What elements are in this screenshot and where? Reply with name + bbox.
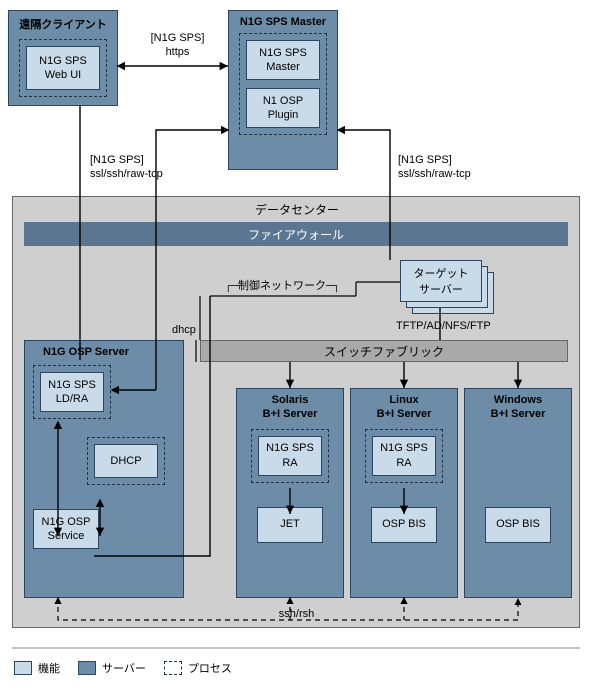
osp-plugin-func: N1 OSP Plugin <box>246 88 320 128</box>
legend-func: 機能 <box>14 660 60 676</box>
switch-fabric: スイッチファブリック <box>200 340 568 362</box>
remote-client-title: 遠隔クライアント <box>9 11 117 35</box>
legend-process: プロセス <box>164 660 232 676</box>
tftp-label: TFTP/AD/NFS/FTP <box>396 320 516 334</box>
remote-client-server: 遠隔クライアント N1G SPS Web UI <box>8 10 118 106</box>
linux-server: Linux B+I Server N1G SPS RA OSP BIS <box>350 388 458 598</box>
https-label: [N1G SPS] https <box>135 32 220 60</box>
sshrsh-label: ssh/rsh <box>0 608 593 622</box>
linux-bis-func: OSP BIS <box>371 507 437 543</box>
sps-master-title: N1G SPS Master <box>229 11 337 31</box>
legend-process-swatch <box>164 661 182 675</box>
sps-master-server: N1G SPS Master N1G SPS Master N1 OSP Plu… <box>228 10 338 170</box>
sps-master-func: N1G SPS Master <box>246 40 320 80</box>
firewall: ファイアウォール <box>24 222 568 246</box>
solaris-title: Solaris B+I Server <box>237 389 343 425</box>
windows-server: Windows B+I Server OSP BIS <box>464 388 572 598</box>
osp-service-func: N1G OSP Service <box>33 509 99 549</box>
linux-ra-func: N1G SPS RA <box>372 436 436 476</box>
jet-func: JET <box>257 507 323 543</box>
legend: 機能 サーバー プロセス <box>14 660 232 676</box>
dhcp-func: DHCP <box>94 444 158 478</box>
dhcp-label: dhcp <box>172 324 212 338</box>
linux-title: Linux B+I Server <box>351 389 457 425</box>
webui-func: N1G SPS Web UI <box>26 46 100 90</box>
osp-server: N1G OSP Server N1G SPS LD/RA DHCP N1G OS… <box>24 340 184 598</box>
ldra-func: N1G SPS LD/RA <box>40 372 104 412</box>
target-servers: ターゲット サーバー <box>400 260 498 318</box>
solaris-ra-func: N1G SPS RA <box>258 436 322 476</box>
data-center-title: データセンター <box>13 203 581 218</box>
diagram-canvas: 遠隔クライアント N1G SPS Web UI N1G SPS Master N… <box>0 0 593 692</box>
solaris-server: Solaris B+I Server N1G SPS RA JET <box>236 388 344 598</box>
ssl-right-label: [N1G SPS] ssl/ssh/raw-tcp <box>398 154 498 182</box>
ssl-left-label: [N1G SPS] ssl/ssh/raw-tcp <box>90 154 190 182</box>
legend-server: サーバー <box>78 660 146 676</box>
legend-server-swatch <box>78 661 96 675</box>
legend-func-swatch <box>14 661 32 675</box>
windows-title: Windows B+I Server <box>465 389 571 425</box>
osp-server-title: N1G OSP Server <box>25 341 183 361</box>
ctrl-net-label: ┌─制御ネットワーク─┐ <box>222 280 342 294</box>
windows-bis-func: OSP BIS <box>485 507 551 543</box>
